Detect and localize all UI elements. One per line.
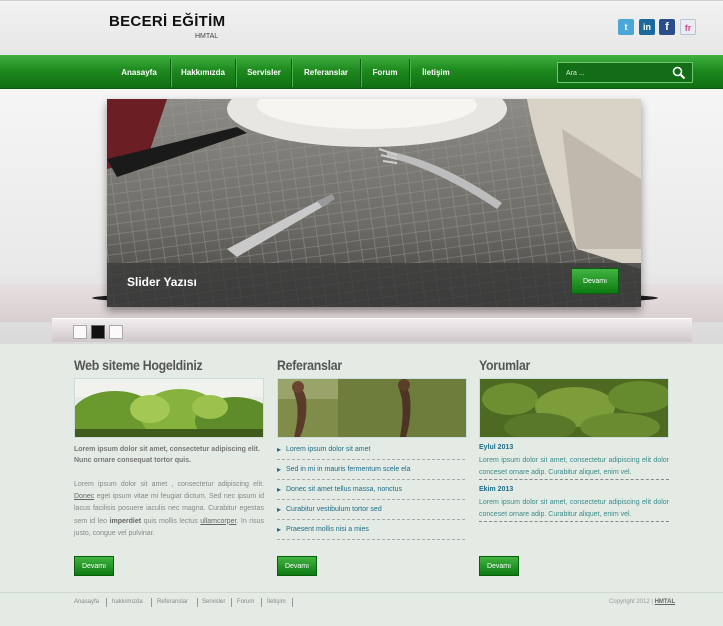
welcome-link-donec[interactable]: Donec (74, 493, 94, 500)
facebook-icon[interactable]: f (659, 19, 675, 35)
nav-item-hakkimizda[interactable]: Hakkımızda (171, 55, 235, 89)
comment-text: Lorem ipsum dolor sit amet, consectetur … (479, 457, 669, 476)
slider-dot-2[interactable] (91, 325, 105, 339)
plant-photo (75, 379, 263, 437)
welcome-strong: imperdiet (109, 517, 142, 525)
welcome-image (74, 378, 264, 438)
footer-link-referanslar[interactable]: Referanslar (157, 599, 188, 605)
slider-more-button[interactable]: Devamı (571, 268, 619, 294)
reference-item[interactable]: Donec sit amet tellus massa, nonctus (277, 480, 465, 500)
nav-item-servisler[interactable]: Servisler (236, 55, 292, 89)
welcome-body-text: quis mollis lectus (143, 517, 198, 525)
comment-date: Eylul 2013 (479, 444, 514, 451)
nav-item-iletisim[interactable]: İletişim (410, 55, 462, 89)
site-subtitle: HMTAL (195, 33, 219, 40)
references-photo (278, 379, 466, 437)
reference-item[interactable]: Praesent mollis nisi a mies (277, 520, 465, 540)
slide-image: Slider Yazısı (107, 99, 641, 307)
comments-image (479, 378, 669, 438)
nav-item-referanslar[interactable]: Referanslar (292, 55, 360, 89)
welcome-more-button[interactable]: Devamı (74, 556, 114, 576)
reference-item[interactable]: Curabitur vestibulum tortor sed (277, 500, 465, 520)
slider-dot-1[interactable] (73, 325, 87, 339)
footer-separator (292, 598, 293, 607)
reference-item[interactable]: Lorem ipsum dolor sit amet (277, 440, 465, 460)
slide-caption-bar: Slider Yazısı (107, 263, 641, 307)
welcome-link-ullamcorper[interactable]: ullamcorper (200, 518, 236, 525)
comments-title: Yorumlar (479, 357, 531, 373)
search-icon[interactable] (672, 66, 686, 80)
footer-link-hakkimizda[interactable]: hakkımızda (112, 599, 143, 605)
footer-divider (0, 592, 723, 593)
friendfeed-icon[interactable]: fr (680, 19, 696, 35)
welcome-body-text: Lorem ipsum dolor sit amet , consectetur… (74, 481, 264, 488)
footer-separator (261, 598, 262, 607)
slide-caption: Slider Yazısı (127, 275, 197, 289)
footer-separator (151, 598, 152, 607)
nav-item-forum[interactable]: Forum (361, 55, 409, 89)
comment-text: Lorem ipsum dolor sit amet, consectetur … (479, 499, 669, 518)
welcome-lead: Lorem ipsum dolor sit amet, consectetur … (74, 446, 260, 464)
welcome-title: Web siteme Hogeldiniz (74, 357, 203, 373)
nav-item-anasayfa[interactable]: Anasayfa (108, 55, 170, 89)
footer-separator (231, 598, 232, 607)
footer-link-forum[interactable]: Forum (237, 599, 254, 605)
search-input[interactable] (566, 66, 666, 80)
welcome-body: Lorem ipsum dolor sit amet , consectetur… (74, 479, 264, 540)
slider-stage-lip (52, 318, 692, 342)
reference-item[interactable]: Sed in mi in mauris fermentum scele ela (277, 460, 465, 480)
footer-separator (197, 598, 198, 607)
references-more-button[interactable]: Devamı (277, 556, 317, 576)
copyright-text: Copyright 2012 | (609, 599, 653, 605)
linkedin-icon[interactable]: in (639, 19, 655, 35)
footer-link-servisler[interactable]: Servisler (202, 599, 225, 605)
comments-more-button[interactable]: Devamı (479, 556, 519, 576)
footer-brand-link[interactable]: HMTAL (655, 599, 676, 605)
copyright: Copyright 2012 | HMTAL (609, 599, 675, 605)
footer-separator (106, 598, 107, 607)
comment-divider (479, 521, 669, 522)
shrub-photo (480, 379, 668, 437)
search-box (557, 62, 693, 83)
twitter-icon[interactable]: t (618, 19, 634, 35)
comment-divider (479, 479, 669, 480)
comment-date: Ekim 2013 (479, 486, 514, 493)
references-title: Referanslar (277, 357, 342, 373)
footer-link-anasayfa[interactable]: Anasayfa (74, 599, 99, 605)
site-title[interactable]: BECERİ EĞİTİM (109, 13, 225, 30)
footer-link-iletisim[interactable]: İletişim (267, 599, 286, 605)
slider-dot-3[interactable] (109, 325, 123, 339)
references-image (277, 378, 467, 438)
